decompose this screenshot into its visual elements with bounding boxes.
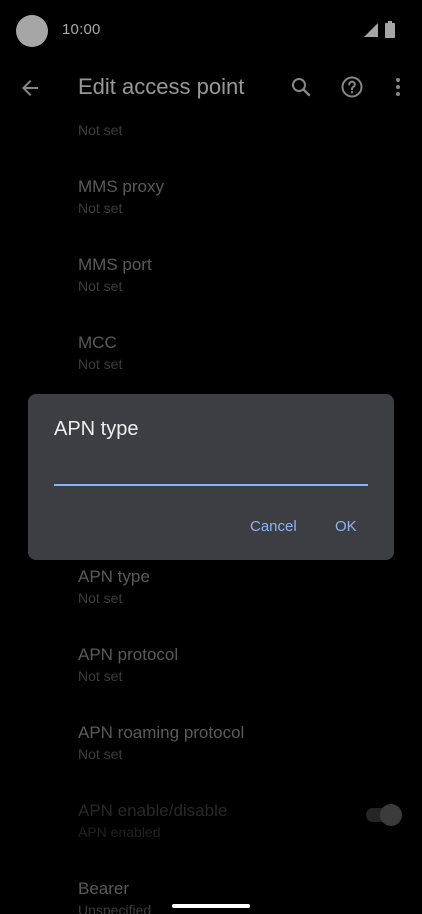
gesture-nav-handle[interactable] xyxy=(172,904,250,908)
dialog-title: APN type xyxy=(54,418,139,440)
ok-button[interactable]: OK xyxy=(335,518,357,535)
screen: 10:00 Not set MMS proxy Not set MMS port Not… xyxy=(0,0,422,914)
apn-type-dialog: APN type Cancel OK xyxy=(28,394,394,560)
apn-type-input[interactable] xyxy=(54,454,368,486)
cancel-button[interactable]: Cancel xyxy=(250,518,297,535)
